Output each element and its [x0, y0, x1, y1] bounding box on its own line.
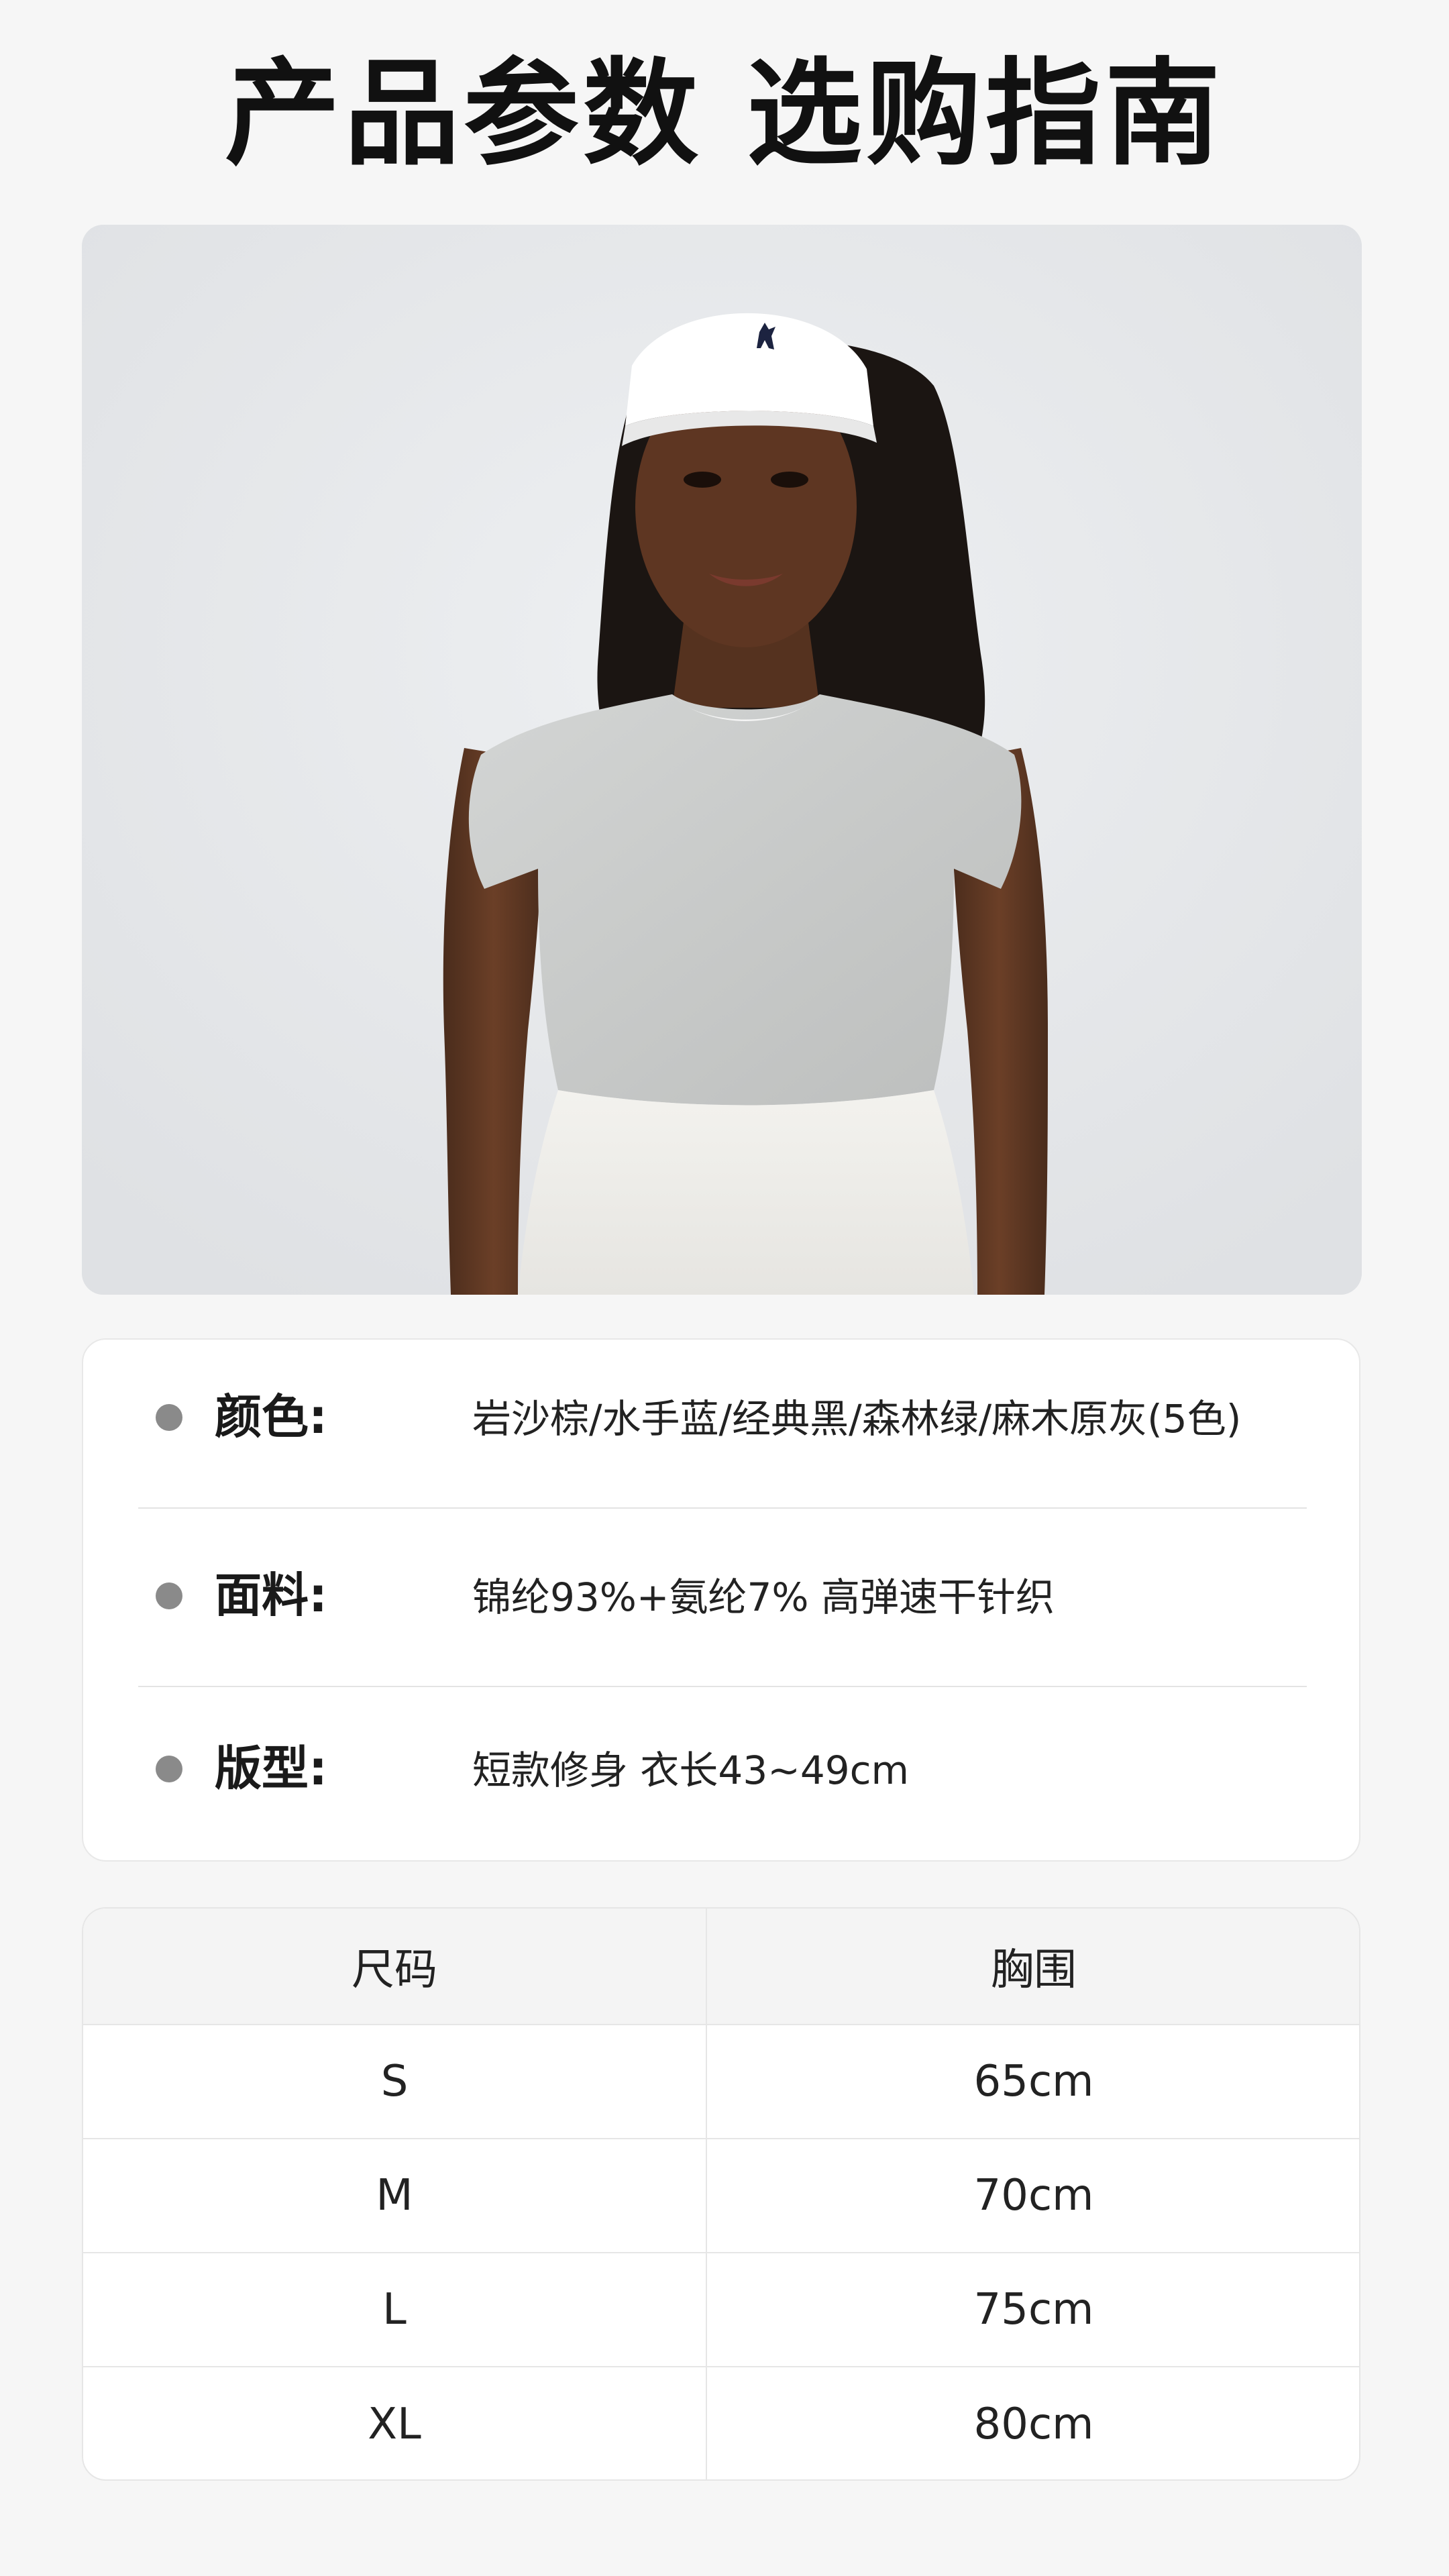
- bust-cell: 70cm: [973, 2171, 1094, 2220]
- size-cell: S: [380, 2057, 409, 2106]
- table-row: M 70cm: [83, 2139, 1359, 2253]
- spec-label: 颜色:: [215, 1389, 327, 1444]
- spec-card: 颜色: 岩沙棕/水手蓝/经典黑/森林绿/麻木原灰(5色) 面料: 锦纶93%+氨…: [82, 1338, 1360, 1862]
- skirt: [518, 1090, 974, 1295]
- divider: [138, 1686, 1307, 1687]
- product-photo: [82, 225, 1362, 1295]
- size-cell: XL: [368, 2400, 421, 2449]
- bust-cell: 65cm: [973, 2057, 1094, 2106]
- bullet-dot: [156, 1404, 182, 1431]
- spec-row-color: 颜色: 岩沙棕/水手蓝/经典黑/森林绿/麻木原灰(5色): [83, 1346, 1359, 1481]
- spec-value: 锦纶93%+氨纶7% 高弹速干针织: [472, 1574, 1055, 1620]
- column-divider: [706, 1909, 707, 2479]
- spec-label: 面料:: [215, 1568, 327, 1623]
- table-row: XL 80cm: [83, 2367, 1359, 2479]
- size-cell: L: [382, 2285, 407, 2334]
- divider: [138, 1507, 1307, 1509]
- page-title: 产品参数 选购指南: [225, 46, 1224, 181]
- size-cell: M: [376, 2171, 413, 2220]
- shirt: [468, 694, 1022, 1106]
- table-row: S 65cm: [83, 2025, 1359, 2139]
- spec-row-fit: 版型: 短款修身 衣长43~49cm: [83, 1698, 1359, 1832]
- header-size: 尺码: [352, 1945, 437, 1995]
- header-bust: 胸围: [991, 1945, 1077, 1995]
- spec-value: 岩沙棕/水手蓝/经典黑/森林绿/麻木原灰(5色): [472, 1396, 1242, 1442]
- bust-cell: 80cm: [973, 2400, 1094, 2449]
- spec-row-fabric: 面料: 锦纶93%+氨纶7% 高弹速干针织: [83, 1525, 1359, 1659]
- table-row: L 75cm: [83, 2253, 1359, 2367]
- size-table: 尺码 胸围 S 65cm M 70cm L 75cm XL 80cm: [82, 1907, 1360, 2481]
- spec-label: 版型:: [215, 1741, 327, 1796]
- bullet-dot: [156, 1756, 182, 1782]
- table-header-row: 尺码 胸围: [83, 1909, 1359, 2025]
- bust-cell: 75cm: [973, 2285, 1094, 2334]
- bullet-dot: [156, 1582, 182, 1609]
- spec-value: 短款修身 衣长43~49cm: [472, 1748, 910, 1793]
